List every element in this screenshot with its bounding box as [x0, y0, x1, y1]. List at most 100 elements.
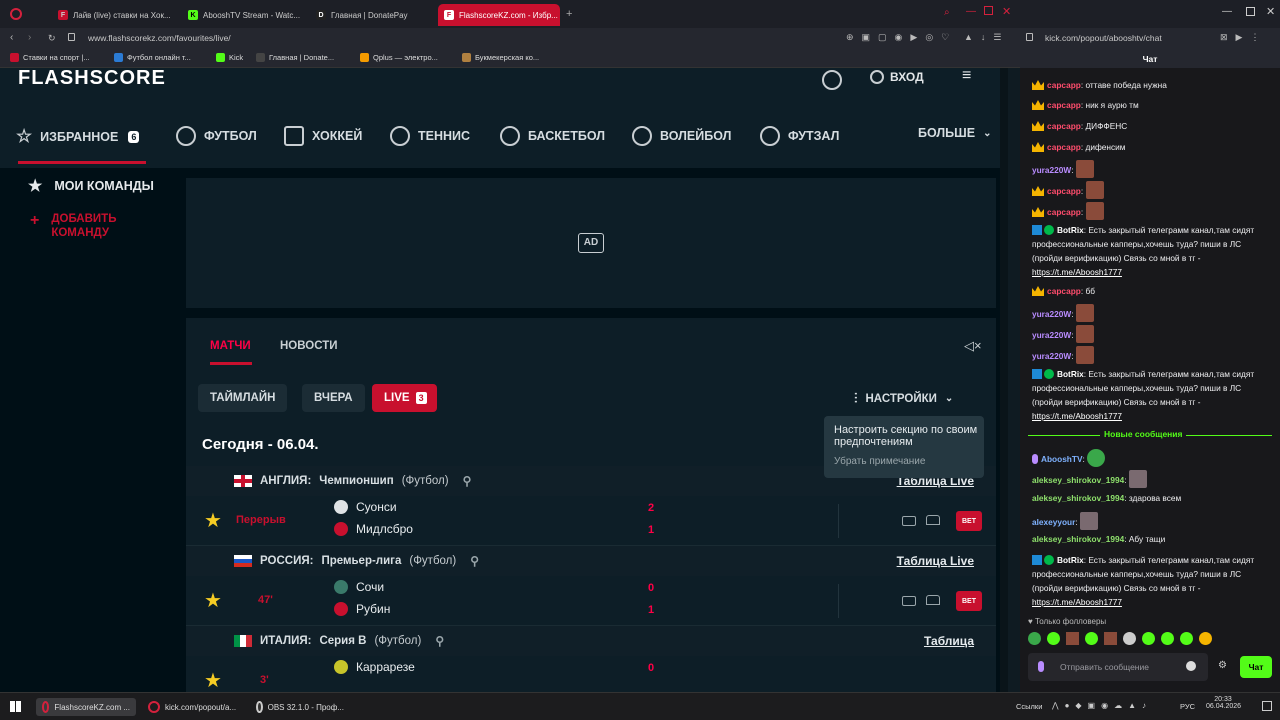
- filter-yesterday[interactable]: ВЧЕРА: [302, 384, 365, 412]
- chat-username[interactable]: alexeyyour: [1032, 517, 1075, 527]
- pin-icon[interactable]: ⚲: [435, 634, 444, 648]
- nav-basketball[interactable]: БАСКЕТБОЛ: [500, 126, 605, 146]
- nav-more[interactable]: БОЛЬШЕ ⌄: [918, 126, 991, 140]
- chat-username[interactable]: yura220W: [1032, 330, 1071, 340]
- match-row[interactable]: ★ 47' Сочи Рубин 0 1 BET: [186, 576, 996, 626]
- windows-start-icon[interactable]: [10, 701, 21, 712]
- nav-football[interactable]: ФУТБОЛ: [176, 126, 257, 146]
- forward-icon[interactable]: ›: [28, 32, 31, 43]
- menu-icon[interactable]: ≡: [962, 68, 982, 84]
- chat-username[interactable]: BotRix: [1057, 225, 1084, 235]
- emoji-icon[interactable]: [1186, 661, 1196, 671]
- bet-button[interactable]: BET: [956, 511, 982, 531]
- chat-username[interactable]: aleksey_shirokov_1994: [1032, 534, 1124, 544]
- chat-username[interactable]: сарсарр: [1047, 186, 1081, 196]
- emote-icon[interactable]: [1066, 632, 1079, 645]
- taskbar-app-2[interactable]: kick.com/popout/a...: [142, 698, 246, 716]
- chat-username[interactable]: BotRix: [1057, 369, 1084, 379]
- chat-username[interactable]: сарсарр: [1047, 100, 1081, 110]
- emote-bar[interactable]: [1028, 632, 1212, 645]
- chat-username[interactable]: сарсарр: [1047, 80, 1081, 90]
- chat-link[interactable]: https://t.me/Aboosh1777: [1032, 267, 1122, 277]
- emote-icon[interactable]: [1085, 632, 1098, 645]
- tab-3[interactable]: D Главная | DonatePay: [310, 4, 430, 26]
- chat-link[interactable]: https://t.me/Aboosh1777: [1032, 411, 1122, 421]
- site-logo[interactable]: FLASHSCORE: [18, 68, 166, 90]
- clock[interactable]: 20:33 06.04.2026: [1206, 696, 1241, 710]
- emote-icon[interactable]: [1047, 632, 1060, 645]
- back-icon[interactable]: ‹: [10, 32, 13, 43]
- ad-banner[interactable]: AD: [186, 178, 996, 308]
- chat-link[interactable]: https://t.me/Aboosh1777: [1032, 597, 1122, 607]
- scrollbar[interactable]: [1000, 68, 1008, 692]
- reload-icon[interactable]: ↻: [48, 33, 56, 44]
- emote-icon[interactable]: [1142, 632, 1155, 645]
- minimize-icon[interactable]: —: [966, 6, 976, 17]
- bookmark-6[interactable]: Букмекерская ко...: [462, 53, 539, 62]
- chat-username[interactable]: AbooshTV: [1041, 454, 1082, 464]
- standings-link[interactable]: Таблица: [924, 634, 974, 648]
- chat-username[interactable]: сарсарр: [1047, 286, 1081, 296]
- bookmark-3[interactable]: Kick: [216, 53, 243, 62]
- tray-icons[interactable]: ⋀●◆▣◉☁▲♪: [1052, 701, 1152, 710]
- maximize-icon[interactable]: [1246, 7, 1255, 16]
- league-row-italy[interactable]: ИТАЛИЯ: Серия B (Футбол) ⚲ Таблица: [186, 626, 996, 656]
- opera-logo-icon[interactable]: [10, 8, 22, 20]
- popup-toolbar-icons[interactable]: ⊠▶⋮: [1220, 32, 1267, 43]
- standings-link[interactable]: Таблица Live: [897, 554, 974, 568]
- gear-icon[interactable]: ⚙: [1218, 660, 1227, 671]
- settings-button[interactable]: ⫶ НАСТРОЙКИ ⌄: [854, 390, 953, 407]
- mute-icon[interactable]: ◁×: [964, 338, 982, 354]
- tab-1[interactable]: F Лайв (live) ставки на Хок...: [52, 4, 172, 26]
- chat-username[interactable]: сарсарр: [1047, 142, 1081, 152]
- emote-icon[interactable]: [1180, 632, 1193, 645]
- notifications-icon[interactable]: [1262, 701, 1272, 711]
- bet-button[interactable]: BET: [956, 591, 982, 611]
- emote-icon[interactable]: [1028, 632, 1041, 645]
- shirt-icon[interactable]: [926, 595, 940, 605]
- emote-icon[interactable]: [1123, 632, 1136, 645]
- close-icon[interactable]: ✕: [1266, 5, 1275, 18]
- close-icon[interactable]: ✕: [1002, 5, 1011, 18]
- chat-input[interactable]: Отправить сообщение: [1028, 653, 1208, 681]
- popup-url[interactable]: kick.com/popout/abooshtv/chat: [1045, 33, 1162, 43]
- search-icon[interactable]: ⌕: [944, 7, 950, 18]
- bookmark-5[interactable]: Qplus — электро...: [360, 53, 438, 62]
- chat-username[interactable]: yura220W: [1032, 351, 1071, 361]
- bookmark-1[interactable]: Ставки на спорт |...: [10, 53, 90, 62]
- chat-username[interactable]: yura220W: [1032, 309, 1071, 319]
- language-indicator[interactable]: РУС: [1180, 702, 1195, 711]
- nav-futsal[interactable]: ФУТЗАЛ: [760, 126, 839, 146]
- extension-icons[interactable]: ▲↓☰: [964, 32, 1009, 43]
- chat-username[interactable]: yura220W: [1032, 165, 1071, 175]
- login-button[interactable]: ВХОД: [870, 70, 924, 84]
- favorite-star-icon[interactable]: ★: [204, 668, 222, 692]
- chat-username[interactable]: aleksey_shirokov_1994: [1032, 475, 1124, 485]
- filter-timeline[interactable]: ТАЙМЛАЙН: [198, 384, 288, 412]
- minimize-icon[interactable]: —: [1222, 6, 1232, 17]
- taskbar-app-3[interactable]: OBS 32.1.0 - Проф...: [250, 698, 350, 716]
- emote-icon[interactable]: [1199, 632, 1212, 645]
- favorite-star-icon[interactable]: ★: [204, 588, 222, 613]
- favorite-star-icon[interactable]: ★: [204, 508, 222, 533]
- tv-icon[interactable]: [902, 596, 916, 606]
- send-chat-button[interactable]: Чат: [1240, 656, 1272, 678]
- emote-icon[interactable]: [1161, 632, 1174, 645]
- chat-username[interactable]: aleksey_shirokov_1994: [1032, 493, 1124, 503]
- league-row-russia[interactable]: РОССИЯ: Премьер-лига (Футбол) ⚲ Таблица …: [186, 546, 996, 576]
- bookmark-2[interactable]: Футбол онлайн т...: [114, 53, 191, 62]
- maximize-icon[interactable]: [984, 6, 993, 15]
- emote-icon[interactable]: [1104, 632, 1117, 645]
- add-team-button[interactable]: + ДОБАВИТЬ КОМАНДУ: [30, 212, 150, 240]
- tab-2[interactable]: K AbooshTV Stream - Watc...: [182, 4, 302, 26]
- taskbar-app-1[interactable]: FlashscoreKZ.com ...: [36, 698, 136, 716]
- tooltip-dismiss[interactable]: Убрать примечание: [834, 456, 925, 467]
- nav-hockey[interactable]: ХОККЕЙ: [284, 126, 362, 146]
- taskbar-links[interactable]: Ссылки: [1016, 702, 1042, 711]
- new-tab-icon[interactable]: +: [566, 8, 572, 20]
- match-row[interactable]: ★ 3' Каррарезе 0: [186, 656, 996, 692]
- tab-matches[interactable]: МАТЧИ: [210, 340, 251, 352]
- pin-icon[interactable]: ⚲: [463, 474, 472, 488]
- shirt-icon[interactable]: [926, 515, 940, 525]
- url-field[interactable]: www.flashscorekz.com/favourites/live/: [88, 33, 231, 43]
